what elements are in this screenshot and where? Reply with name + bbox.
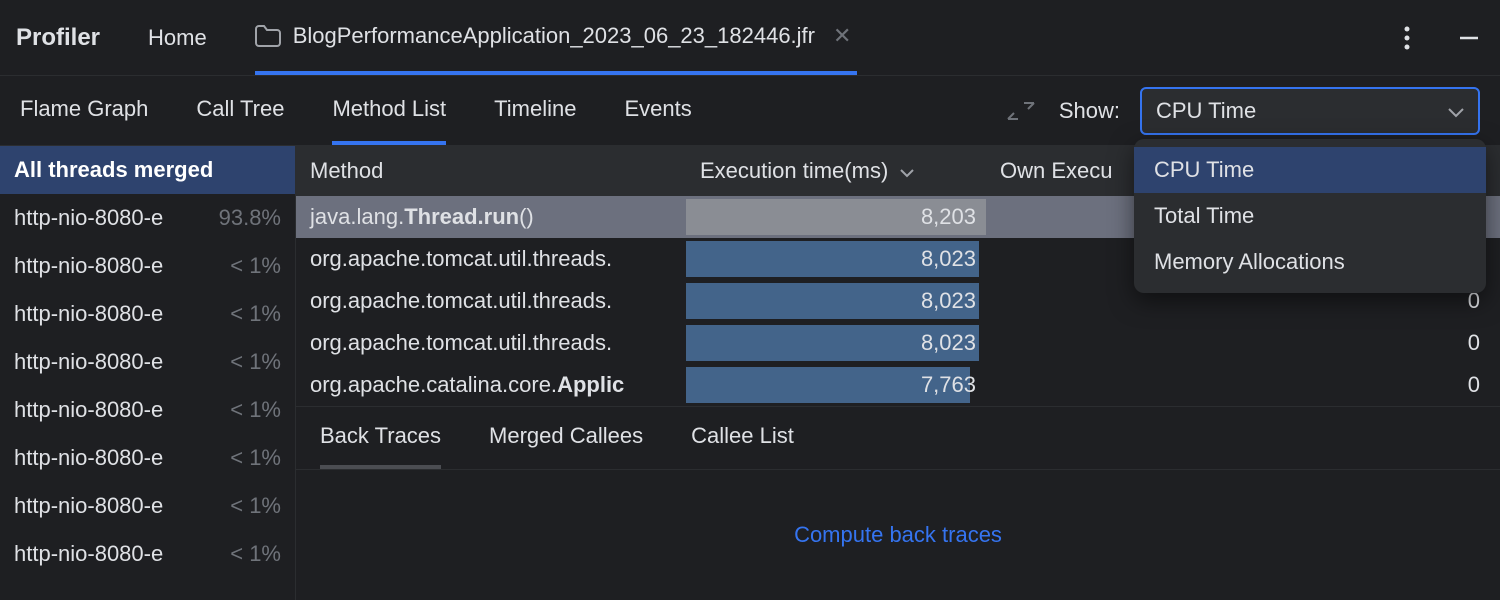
thread-list: All threads merged http-nio-8080-e 93.8%…	[0, 146, 296, 600]
method-cell: org.apache.tomcat.util.threads.	[296, 288, 686, 314]
compute-back-traces-link[interactable]: Compute back traces	[794, 522, 1002, 548]
thread-pct: < 1%	[222, 301, 281, 327]
thread-item[interactable]: http-nio-8080-e < 1%	[0, 338, 295, 386]
show-option-total-time[interactable]: Total Time	[1134, 193, 1486, 239]
tab-callee-list[interactable]: Callee List	[691, 407, 794, 469]
tab-call-tree[interactable]: Call Tree	[196, 76, 284, 145]
tab-method-list[interactable]: Method List	[332, 76, 446, 145]
method-cell: org.apache.tomcat.util.threads.	[296, 246, 686, 272]
tool-title: Profiler	[16, 24, 100, 52]
show-label: Show:	[1059, 98, 1120, 124]
thread-item[interactable]: http-nio-8080-e < 1%	[0, 290, 295, 338]
method-cell: org.apache.tomcat.util.threads.	[296, 330, 686, 356]
trace-content: Compute back traces	[296, 470, 1500, 600]
show-option-memory-allocations[interactable]: Memory Allocations	[1134, 239, 1486, 285]
thread-name: http-nio-8080-e	[14, 349, 163, 375]
thread-name: http-nio-8080-e	[14, 301, 163, 327]
file-name: BlogPerformanceApplication_2023_06_23_18…	[293, 23, 815, 49]
thread-name: http-nio-8080-e	[14, 541, 163, 567]
col-method[interactable]: Method	[296, 158, 686, 184]
exec-cell: 8,023	[686, 238, 986, 280]
thread-pct: < 1%	[222, 253, 281, 279]
show-dropdown-value: CPU Time	[1156, 98, 1256, 124]
thread-pct: < 1%	[222, 493, 281, 519]
thread-item[interactable]: http-nio-8080-e < 1%	[0, 386, 295, 434]
thread-item-all[interactable]: All threads merged	[0, 146, 295, 194]
minimize-icon[interactable]	[1454, 23, 1484, 53]
trace-tabs: Back Traces Merged Callees Callee List	[296, 406, 1500, 470]
file-tab[interactable]: BlogPerformanceApplication_2023_06_23_18…	[255, 0, 858, 75]
thread-pct: < 1%	[222, 541, 281, 567]
close-icon[interactable]: ✕	[827, 23, 857, 49]
show-option-cpu-time[interactable]: CPU Time	[1134, 147, 1486, 193]
table-row[interactable]: org.apache.catalina.core.Applic 7,763 0	[296, 364, 1500, 406]
method-cell: org.apache.catalina.core.Applic	[296, 372, 686, 398]
tab-timeline[interactable]: Timeline	[494, 76, 576, 145]
col-exec[interactable]: Execution time(ms)	[686, 158, 986, 184]
exec-cell: 7,763	[686, 364, 986, 406]
tab-flame-graph[interactable]: Flame Graph	[20, 76, 148, 145]
thread-name: http-nio-8080-e	[14, 205, 163, 231]
method-cell: java.lang.Thread.run()	[296, 204, 686, 230]
thread-name: http-nio-8080-e	[14, 445, 163, 471]
show-dropdown-menu: CPU Time Total Time Memory Allocations	[1134, 139, 1486, 293]
thread-name: http-nio-8080-e	[14, 253, 163, 279]
chevron-down-icon	[1448, 98, 1464, 124]
thread-name: All threads merged	[14, 157, 213, 183]
chevron-down-icon	[900, 158, 914, 184]
swap-icon[interactable]	[1003, 93, 1039, 129]
top-bar: Profiler Home BlogPerformanceApplication…	[0, 0, 1500, 76]
show-dropdown[interactable]: CPU Time	[1140, 87, 1480, 135]
exec-cell: 8,203	[686, 196, 986, 238]
thread-item[interactable]: http-nio-8080-e < 1%	[0, 482, 295, 530]
thread-name: http-nio-8080-e	[14, 493, 163, 519]
thread-item[interactable]: http-nio-8080-e < 1%	[0, 434, 295, 482]
tab-home[interactable]: Home	[148, 25, 207, 51]
thread-name: http-nio-8080-e	[14, 397, 163, 423]
more-icon[interactable]	[1392, 23, 1422, 53]
thread-item[interactable]: http-nio-8080-e < 1%	[0, 530, 295, 578]
thread-pct: < 1%	[222, 397, 281, 423]
view-tabs: Flame Graph Call Tree Method List Timeli…	[0, 76, 1500, 146]
thread-pct: < 1%	[222, 349, 281, 375]
thread-item[interactable]: http-nio-8080-e < 1%	[0, 242, 295, 290]
tab-merged-callees[interactable]: Merged Callees	[489, 407, 643, 469]
thread-item[interactable]: http-nio-8080-e 93.8%	[0, 194, 295, 242]
own-cell: 0	[986, 330, 1500, 356]
thread-pct: 93.8%	[211, 205, 281, 231]
exec-cell: 8,023	[686, 322, 986, 364]
exec-cell: 8,023	[686, 280, 986, 322]
col-exec-label: Execution time(ms)	[700, 158, 888, 184]
folder-icon	[255, 25, 281, 47]
tab-events[interactable]: Events	[625, 76, 692, 145]
table-row[interactable]: org.apache.tomcat.util.threads. 8,023 0	[296, 322, 1500, 364]
tab-back-traces[interactable]: Back Traces	[320, 407, 441, 469]
thread-pct: < 1%	[222, 445, 281, 471]
own-cell: 0	[986, 372, 1500, 398]
